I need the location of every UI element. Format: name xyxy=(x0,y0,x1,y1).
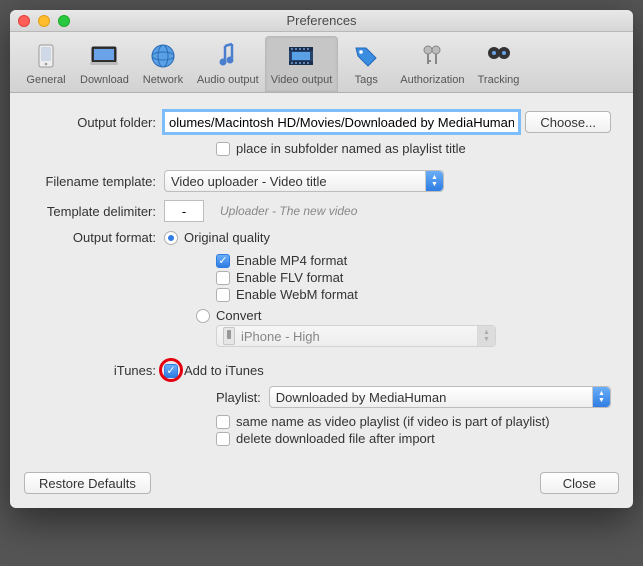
titlebar: Preferences xyxy=(10,10,633,32)
output-format-label: Output format: xyxy=(32,230,164,245)
download-icon xyxy=(88,40,120,72)
subfolder-label: place in subfolder named as playlist tit… xyxy=(236,141,466,156)
itunes-label: iTunes: xyxy=(32,363,164,378)
content: Output folder: Choose... place in subfol… xyxy=(10,93,633,462)
add-to-itunes-checkbox[interactable]: ✓ xyxy=(164,364,178,378)
chevron-updown-icon: ▲▼ xyxy=(592,387,610,407)
output-folder-field[interactable] xyxy=(164,111,519,133)
tab-label: Network xyxy=(143,74,183,86)
enable-flv-label: Enable FLV format xyxy=(236,270,343,285)
tracking-icon xyxy=(483,40,515,72)
tab-label: Authorization xyxy=(400,74,464,86)
playlist-label: Playlist: xyxy=(216,390,261,405)
subfolder-checkbox[interactable] xyxy=(216,142,230,156)
filename-template-label: Filename template: xyxy=(32,174,164,189)
chevron-updown-icon: ▲▼ xyxy=(425,171,443,191)
filename-template-select[interactable]: Video uploader - Video title ▲▼ xyxy=(164,170,444,192)
same-name-checkbox[interactable] xyxy=(216,415,230,429)
authorization-icon xyxy=(416,40,448,72)
device-icon xyxy=(223,327,235,345)
audio-output-icon xyxy=(212,40,244,72)
convert-radio[interactable] xyxy=(196,309,210,323)
template-delimiter-hint: Uploader - The new video xyxy=(220,204,357,218)
tab-label: Audio output xyxy=(197,74,259,86)
close-icon[interactable] xyxy=(18,15,30,27)
tab-tags[interactable]: Tags xyxy=(338,36,394,92)
enable-mp4-checkbox[interactable]: ✓ xyxy=(216,254,230,268)
tab-label: Video output xyxy=(271,74,333,86)
template-delimiter-label: Template delimiter: xyxy=(32,204,164,219)
original-quality-radio[interactable] xyxy=(164,231,178,245)
video-output-icon xyxy=(285,40,317,72)
tab-general[interactable]: General xyxy=(18,36,74,92)
restore-defaults-button[interactable]: Restore Defaults xyxy=(24,472,151,494)
template-delimiter-field[interactable] xyxy=(164,200,204,222)
zoom-icon[interactable] xyxy=(58,15,70,27)
convert-preset-select[interactable]: iPhone - High ▲▼ xyxy=(216,325,496,347)
delete-after-checkbox[interactable] xyxy=(216,432,230,446)
enable-webm-checkbox[interactable] xyxy=(216,288,230,302)
filename-template-value: Video uploader - Video title xyxy=(171,174,327,189)
tab-label: Tracking xyxy=(478,74,520,86)
toolbar: General Download Network Audio output Vi… xyxy=(10,32,633,93)
close-button[interactable]: Close xyxy=(540,472,619,494)
choose-button[interactable]: Choose... xyxy=(525,111,611,133)
footer: Restore Defaults Close xyxy=(10,462,633,508)
tab-authorization[interactable]: Authorization xyxy=(394,36,470,92)
tab-audio-output[interactable]: Audio output xyxy=(191,36,265,92)
original-quality-label: Original quality xyxy=(184,230,270,245)
enable-mp4-label: Enable MP4 format xyxy=(236,253,347,268)
tab-label: General xyxy=(26,74,65,86)
convert-preset-value: iPhone - High xyxy=(241,329,320,344)
tab-network[interactable]: Network xyxy=(135,36,191,92)
chevron-updown-icon: ▲▼ xyxy=(477,326,495,346)
playlist-value: Downloaded by MediaHuman xyxy=(276,390,447,405)
network-icon xyxy=(147,40,179,72)
window-title: Preferences xyxy=(10,13,633,28)
tab-tracking[interactable]: Tracking xyxy=(471,36,527,92)
enable-flv-checkbox[interactable] xyxy=(216,271,230,285)
minimize-icon[interactable] xyxy=(38,15,50,27)
same-name-label: same name as video playlist (if video is… xyxy=(236,414,550,429)
add-to-itunes-label: Add to iTunes xyxy=(184,363,264,378)
playlist-select[interactable]: Downloaded by MediaHuman ▲▼ xyxy=(269,386,611,408)
general-icon xyxy=(30,40,62,72)
tab-video-output[interactable]: Video output xyxy=(265,36,339,92)
output-folder-label: Output folder: xyxy=(32,115,164,130)
tab-label: Download xyxy=(80,74,129,86)
tab-label: Tags xyxy=(355,74,378,86)
enable-webm-label: Enable WebM format xyxy=(236,287,358,302)
tab-download[interactable]: Download xyxy=(74,36,135,92)
delete-after-label: delete downloaded file after import xyxy=(236,431,435,446)
preferences-window: Preferences General Download Network Aud… xyxy=(10,10,633,508)
convert-label: Convert xyxy=(216,308,262,323)
tags-icon xyxy=(350,40,382,72)
